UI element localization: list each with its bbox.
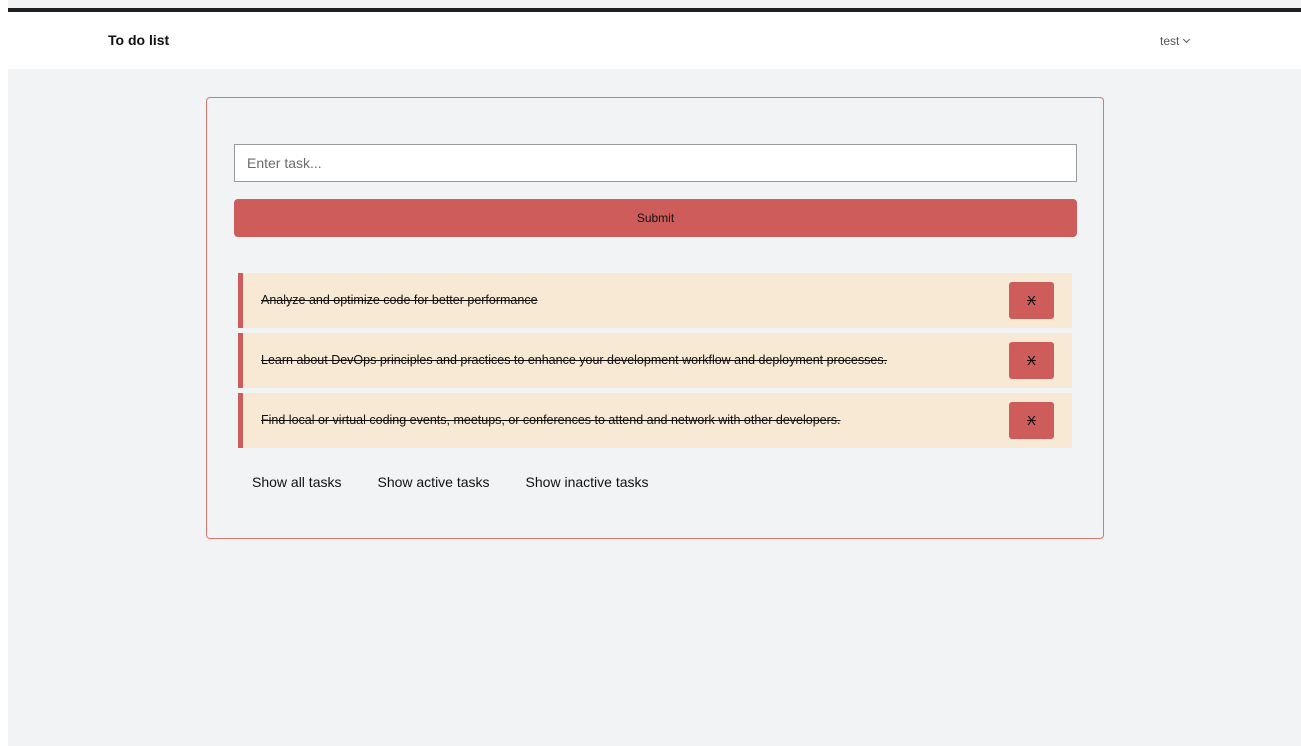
navbar: To do list test bbox=[8, 12, 1301, 69]
task-list: Analyze and optimize code for better per… bbox=[238, 273, 1072, 453]
task-text[interactable]: Learn about DevOps principles and practi… bbox=[261, 353, 887, 367]
chevron-down-icon bbox=[1183, 35, 1191, 44]
app-title: To do list bbox=[108, 32, 170, 48]
show-active-tasks-button[interactable]: Show active tasks bbox=[377, 474, 489, 490]
delete-task-button[interactable]: X bbox=[1009, 402, 1054, 439]
delete-task-button[interactable]: X bbox=[1009, 342, 1054, 379]
user-menu[interactable]: test bbox=[1160, 34, 1191, 48]
filter-bar: Show all tasks Show active tasks Show in… bbox=[252, 474, 649, 490]
task-text[interactable]: Find local or virtual coding events, mee… bbox=[261, 413, 841, 427]
delete-task-button[interactable]: X bbox=[1009, 282, 1054, 319]
user-name: test bbox=[1160, 34, 1180, 48]
task-item[interactable]: Find local or virtual coding events, mee… bbox=[238, 393, 1072, 448]
task-item[interactable]: Learn about DevOps principles and practi… bbox=[238, 333, 1072, 388]
show-inactive-tasks-button[interactable]: Show inactive tasks bbox=[526, 474, 649, 490]
submit-button[interactable]: Submit bbox=[234, 199, 1077, 237]
show-all-tasks-button[interactable]: Show all tasks bbox=[252, 474, 341, 490]
task-item[interactable]: Analyze and optimize code for better per… bbox=[238, 273, 1072, 328]
task-text[interactable]: Analyze and optimize code for better per… bbox=[261, 293, 538, 307]
task-input[interactable] bbox=[234, 144, 1077, 182]
todo-card: Submit Analyze and optimize code for bet… bbox=[206, 97, 1104, 539]
